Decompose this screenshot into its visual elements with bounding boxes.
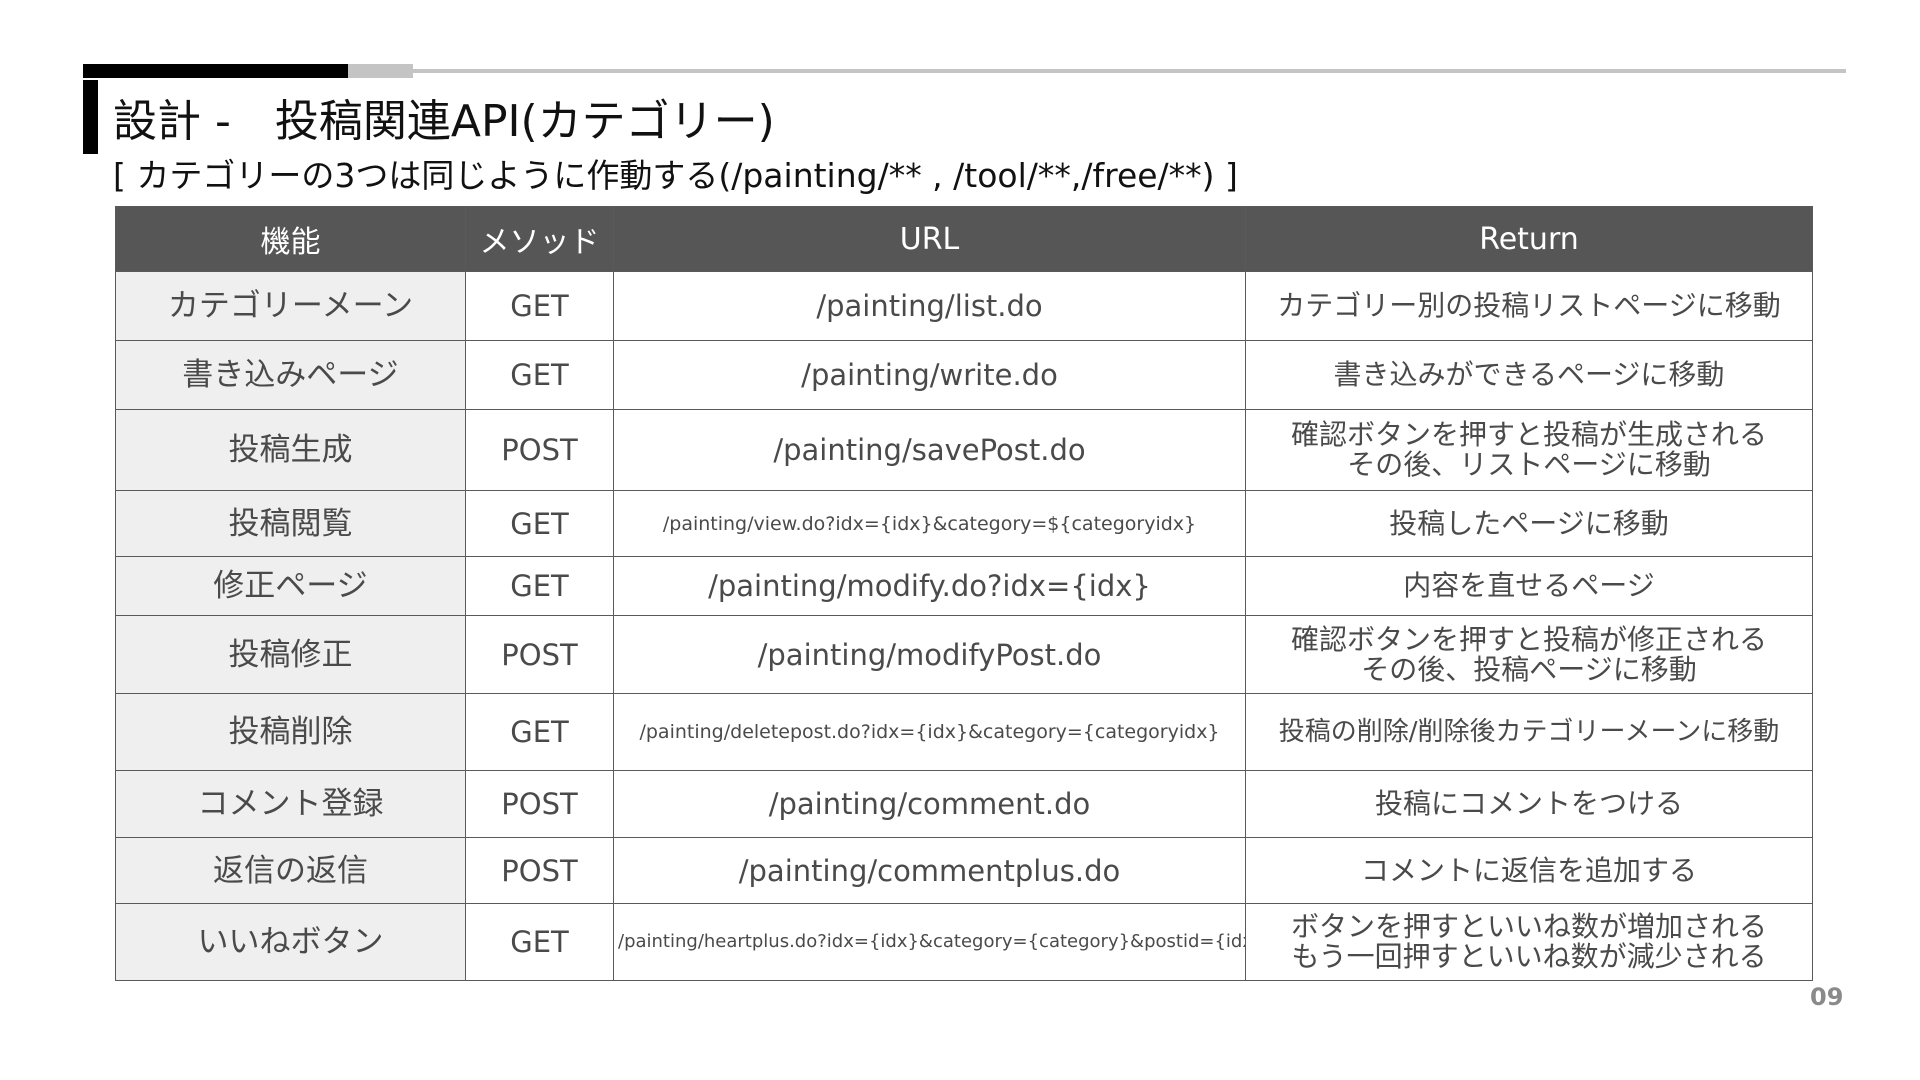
return-line: 確認ボタンを押すと投稿が修正される [1290,622,1767,656]
url-cell: /painting/modify.do?idx={idx} [613,556,1246,616]
url-cell: /painting/comment.do [613,770,1246,838]
return-cell: カテゴリー別の投稿リストページに移動 [1245,271,1813,341]
slide-title: 設計 - 投稿関連API(カテゴリー) [113,96,775,147]
return-cell: 内容を直せるページ [1245,556,1813,616]
method-cell: GET [465,556,614,616]
return-line: ボタンを押すといいね数が増加される [1290,910,1767,943]
url-cell: /painting/heartplus.do?idx={idx}&categor… [613,903,1246,981]
method-cell: GET [465,340,614,410]
feature-cell: カテゴリーメーン [115,271,466,341]
method-cell: GET [465,693,614,771]
table-header-row: 機能 メソッド URL Return [115,206,1813,272]
feature-cell: いいねボタン [115,903,466,981]
table-row: コメント登録 POST /painting/comment.do 投稿にコメント… [115,770,1813,838]
header-accent-line [83,64,348,78]
method-cell: POST [465,615,614,694]
url-cell: /painting/view.do?idx={idx}&category=${c… [613,490,1246,557]
method-cell: POST [465,837,614,904]
return-line: その後、リストページに移動 [1347,448,1711,481]
method-cell: POST [465,409,614,491]
url-cell: /painting/modifyPost.do [613,615,1246,694]
table-row: 投稿閲覧 GET /painting/view.do?idx={idx}&cat… [115,490,1813,557]
return-cell: ボタンを押すといいね数が増加される もう一回押すといいね数が減少される [1245,903,1813,981]
page-number: 09 [1810,983,1844,1011]
method-cell: POST [465,770,614,838]
url-cell: /painting/deletepost.do?idx={idx}&catego… [613,693,1246,771]
url-cell: /painting/write.do [613,340,1246,410]
feature-cell: コメント登録 [115,770,466,838]
feature-cell: 投稿生成 [115,409,466,491]
table-row: 投稿修正 POST /painting/modifyPost.do 確認ボタンを… [115,615,1813,694]
table-row: カテゴリーメーン GET /painting/list.do カテゴリー別の投稿… [115,271,1813,341]
header-rule [413,69,1846,73]
return-cell: 投稿にコメントをつける [1245,770,1813,838]
header-accent-line-gray [348,64,413,78]
feature-cell: 投稿閲覧 [115,490,466,557]
table-row: いいねボタン GET /painting/heartplus.do?idx={i… [115,903,1813,981]
table-row: 修正ページ GET /painting/modify.do?idx={idx} … [115,556,1813,616]
feature-cell: 修正ページ [115,556,466,616]
return-line: もう一回押すといいね数が減少される [1291,940,1767,973]
return-cell: 投稿の削除/削除後カテゴリーメーンに移動 [1245,693,1813,771]
table-row: 書き込みページ GET /painting/write.do 書き込みができるペ… [115,340,1813,410]
method-cell: GET [465,903,614,981]
url-cell: /painting/list.do [613,271,1246,341]
url-cell: /painting/commentplus.do [613,837,1246,904]
feature-cell: 投稿削除 [115,693,466,771]
table-row: 返信の返信 POST /painting/commentplus.do コメント… [115,837,1813,904]
column-header-feature: 機能 [115,206,466,272]
feature-cell: 書き込みページ [115,340,466,410]
return-cell: コメントに返信を追加する [1245,837,1813,904]
column-header-url: URL [613,206,1246,272]
feature-cell: 返信の返信 [115,837,466,904]
column-header-method: メソッド [465,206,614,272]
return-cell: 書き込みができるページに移動 [1245,340,1813,410]
title-marker-bar [83,80,98,154]
method-cell: GET [465,271,614,341]
return-line: 確認ボタンを押すと投稿が生成される [1290,418,1767,451]
column-header-return: Return [1245,206,1813,272]
method-cell: GET [465,490,614,557]
table-row: 投稿生成 POST /painting/savePost.do 確認ボタンを押す… [115,409,1813,491]
table-row: 投稿削除 GET /painting/deletepost.do?idx={id… [115,693,1813,771]
url-cell: /painting/savePost.do [613,409,1246,491]
slide-subtitle: [ カテゴリーの3つは同じように作動する(/painting/** , /too… [113,156,1238,195]
return-cell: 投稿したページに移動 [1245,490,1813,557]
return-cell: 確認ボタンを押すと投稿が修正される その後、投稿ページに移動 [1245,615,1813,694]
return-line: その後、投稿ページに移動 [1361,652,1697,686]
api-table: 機能 メソッド URL Return カテゴリーメーン GET /paintin… [115,206,1813,981]
feature-cell: 投稿修正 [115,615,466,694]
return-cell: 確認ボタンを押すと投稿が生成される その後、リストページに移動 [1245,409,1813,491]
